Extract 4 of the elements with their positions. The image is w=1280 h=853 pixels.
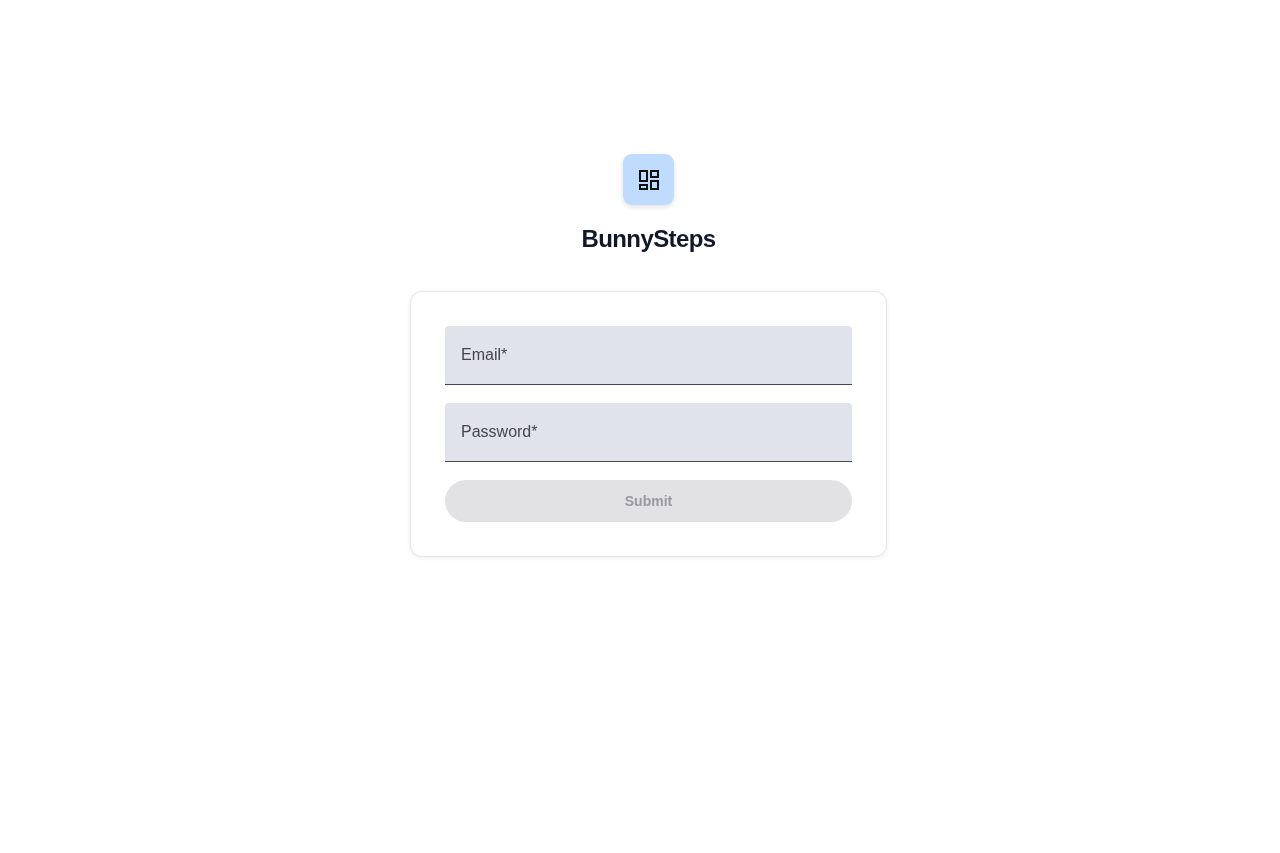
input-field[interactable]: Password*	[445, 403, 852, 462]
app-title: BunnySteps	[581, 224, 716, 254]
dashboard-icon	[623, 154, 674, 205]
input-field[interactable]: Email*	[445, 326, 852, 385]
